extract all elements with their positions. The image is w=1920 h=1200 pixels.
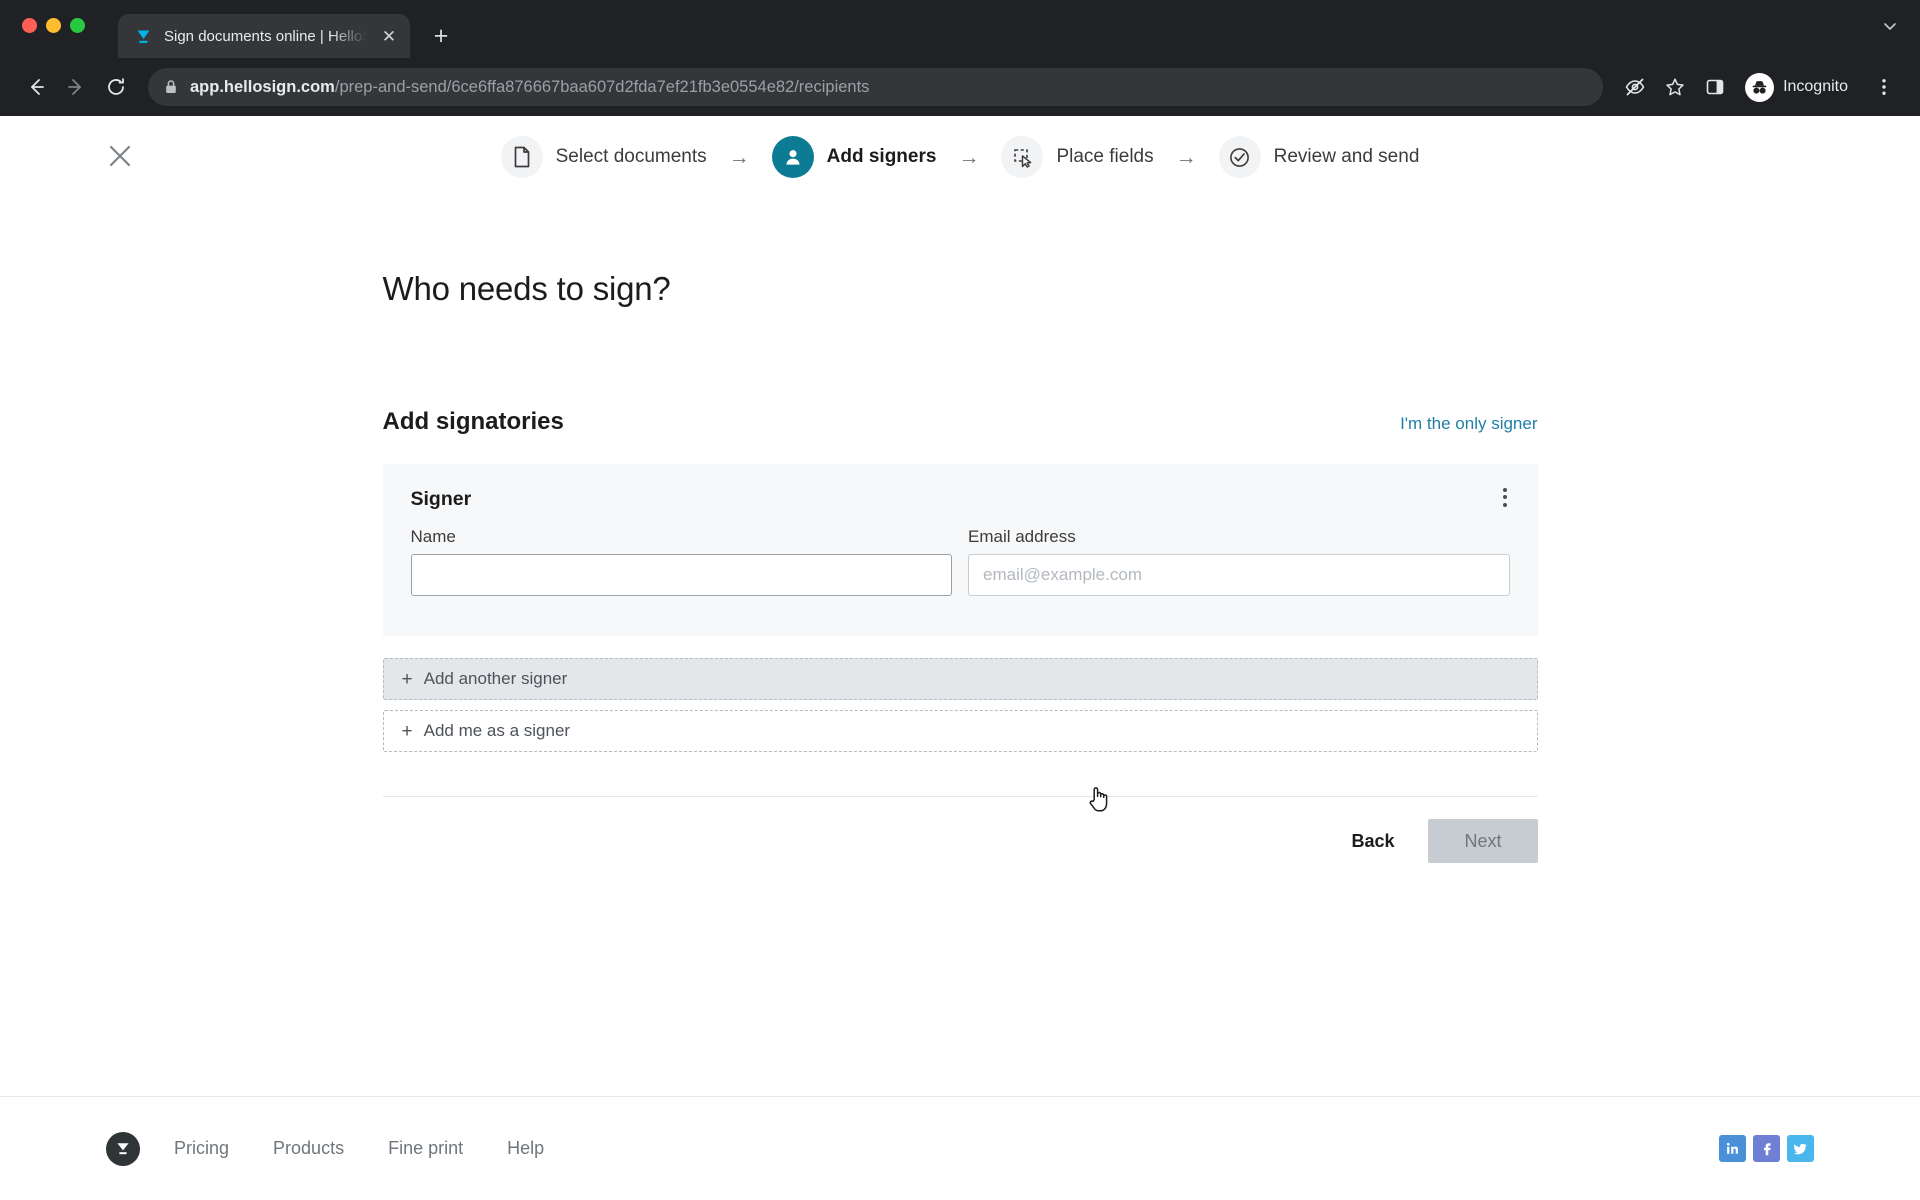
url-path: /prep-and-send/6ce6ffa876667baa607d2fda7… [334, 77, 870, 96]
chevron-down-icon[interactable] [1882, 18, 1898, 39]
footer-links: Pricing Products Fine print Help [174, 1138, 544, 1159]
side-panel-icon[interactable] [1697, 69, 1733, 105]
step-select-documents[interactable]: Select documents [500, 136, 707, 178]
forward-icon[interactable] [58, 69, 94, 105]
url-domain: app.hellosign.com [190, 77, 335, 96]
main-content: Who needs to sign? Add signatories I'm t… [382, 178, 1538, 863]
footer-link-products[interactable]: Products [273, 1138, 344, 1159]
signer-email-input[interactable] [968, 554, 1510, 596]
content-divider [382, 796, 1538, 797]
twitter-icon[interactable] [1787, 1135, 1814, 1162]
person-icon [771, 136, 814, 178]
window-traffic-lights [22, 18, 85, 33]
three-dot-menu-icon[interactable] [1866, 69, 1902, 105]
browser-tab[interactable]: Sign documents online | HelloS ✕ [118, 14, 410, 58]
signer-card: Signer Name Email address [382, 464, 1538, 636]
browser-chrome: Sign documents online | HelloS ✕ + app.h… [0, 0, 1920, 116]
minimize-window-button[interactable] [46, 18, 61, 33]
signer-card-title: Signer [410, 488, 472, 510]
star-icon[interactable] [1657, 69, 1693, 105]
page-title: Who needs to sign? [382, 270, 671, 307]
step-label: Place fields [1056, 146, 1154, 167]
tab-strip: Sign documents online | HelloS ✕ + [0, 0, 1920, 58]
progress-stepper: Select documents → Add signers → Place f… [0, 116, 1920, 178]
check-circle-icon [1218, 136, 1261, 178]
signer-name-input[interactable] [410, 554, 952, 596]
add-another-signer-button[interactable]: + Add another signer [382, 658, 1538, 700]
social-icons [1719, 1135, 1814, 1162]
back-button[interactable]: Back [1327, 819, 1418, 863]
footer-link-fine-print[interactable]: Fine print [388, 1138, 463, 1159]
lock-icon [164, 79, 178, 95]
menu-dot [1502, 502, 1507, 507]
stepper-arrow-icon: → [958, 145, 980, 169]
back-icon[interactable] [18, 69, 54, 105]
page-body: Select documents → Add signers → Place f… [0, 116, 1920, 1200]
stepper-arrow-icon: → [1175, 145, 1197, 169]
incognito-profile-chip[interactable]: Incognito [1741, 69, 1862, 105]
facebook-icon[interactable] [1753, 1135, 1780, 1162]
step-label: Add signers [826, 146, 937, 167]
add-me-as-a-signer-button[interactable]: + Add me as a signer [382, 710, 1538, 752]
signer-fields-row: Name Email address [410, 527, 1510, 596]
footer-link-pricing[interactable]: Pricing [174, 1138, 229, 1159]
eye-off-icon[interactable] [1617, 69, 1653, 105]
step-add-signers[interactable]: Add signers [771, 136, 937, 178]
close-tab-button[interactable]: ✕ [378, 25, 400, 47]
hellosign-favicon-icon [134, 27, 153, 46]
close-icon[interactable] [100, 136, 140, 176]
address-bar[interactable]: app.hellosign.com/prep-and-send/6ce6ffa8… [148, 68, 1604, 106]
menu-dot [1502, 495, 1507, 499]
name-label: Name [410, 527, 456, 546]
plus-icon: + [401, 668, 413, 690]
step-label: Review and send [1273, 146, 1420, 167]
place-fields-icon [1001, 136, 1044, 178]
incognito-label: Incognito [1783, 78, 1848, 95]
next-button[interactable]: Next [1428, 819, 1538, 863]
add-signatories-heading: Add signatories [382, 408, 564, 435]
page-footer: Pricing Products Fine print Help [0, 1096, 1920, 1200]
email-label: Email address [968, 527, 1076, 546]
linkedin-icon[interactable] [1719, 1135, 1746, 1162]
new-tab-button[interactable]: + [424, 19, 458, 53]
signatories-header: Add signatories I'm the only signer [383, 408, 1538, 436]
browser-tab-title: Sign documents online | HelloS [164, 27, 367, 45]
maximize-window-button[interactable] [70, 18, 85, 33]
hellosign-logo-icon[interactable] [106, 1131, 140, 1166]
menu-dot [1502, 487, 1507, 492]
plus-icon: + [401, 720, 413, 742]
reload-icon[interactable] [98, 69, 134, 105]
kebab-menu-icon[interactable] [1492, 484, 1518, 510]
email-field-group: Email address [968, 527, 1510, 596]
step-place-fields[interactable]: Place fields [1001, 136, 1154, 178]
step-review-and-send[interactable]: Review and send [1218, 136, 1420, 178]
navigation-buttons: Back Next [383, 819, 1538, 863]
incognito-avatar-icon [1745, 72, 1775, 102]
step-label: Select documents [555, 146, 707, 167]
footer-link-help[interactable]: Help [507, 1138, 544, 1159]
add-another-signer-label: Add another signer [423, 669, 568, 688]
document-icon [500, 136, 543, 178]
browser-toolbar: app.hellosign.com/prep-and-send/6ce6ffa8… [0, 58, 1920, 116]
close-window-button[interactable] [22, 18, 37, 33]
name-field-group: Name [410, 527, 952, 596]
im-the-only-signer-link[interactable]: I'm the only signer [1400, 414, 1537, 434]
address-bar-url: app.hellosign.com/prep-and-send/6ce6ffa8… [190, 78, 869, 97]
add-me-as-a-signer-label: Add me as a signer [423, 721, 571, 740]
stepper-arrow-icon: → [728, 145, 750, 169]
